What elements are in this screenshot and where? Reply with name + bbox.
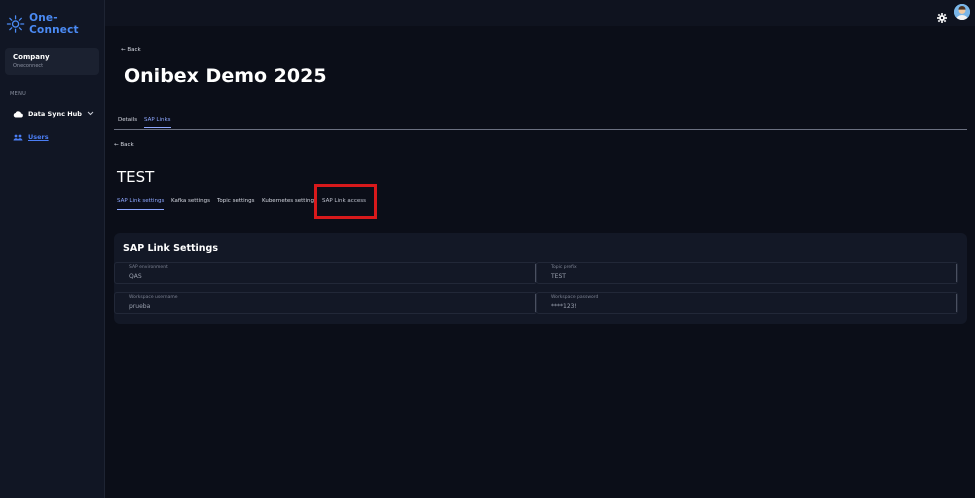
page-tabs: Details SAP Links: [114, 116, 967, 130]
sap-link-settings-card: SAP Link Settings SAP environment QAS To…: [114, 233, 967, 324]
sap-environment-field[interactable]: SAP environment QAS: [114, 262, 537, 284]
chevron-down-icon: [87, 110, 94, 118]
workspace-password-field[interactable]: Workspace password ****123!: [536, 292, 958, 314]
tab-topic-settings[interactable]: Topic settings: [217, 198, 255, 209]
sidebar-item-label: Users: [28, 133, 49, 141]
field-label: Workspace username: [129, 295, 178, 300]
topic-prefix-field[interactable]: Topic prefix TEST: [536, 262, 958, 284]
card-title: SAP Link Settings: [123, 243, 219, 254]
highlight-box: [314, 184, 377, 219]
avatar[interactable]: [954, 4, 970, 20]
logo-icon: [6, 15, 25, 33]
sap-link-title: TEST: [117, 168, 155, 186]
logo[interactable]: One-Connect: [6, 12, 104, 36]
field-label: SAP environment: [129, 265, 168, 270]
sidebar: One-Connect Company Oneconnect MENU Data…: [0, 0, 105, 498]
back-link[interactable]: ← Back: [121, 47, 141, 53]
tab-details[interactable]: Details: [118, 117, 137, 127]
app-name: One-Connect: [29, 12, 79, 36]
field-value: ****123!: [551, 303, 577, 310]
page-title: Onibex Demo 2025: [124, 65, 327, 87]
workspace-username-field[interactable]: Workspace username prueba: [114, 292, 537, 314]
menu-label: MENU: [10, 91, 27, 97]
field-divider: [956, 264, 957, 282]
field-value: TEST: [551, 273, 566, 280]
company-switcher[interactable]: Company Oneconnect: [5, 48, 99, 75]
sidebar-item-users[interactable]: Users: [13, 132, 49, 142]
field-label: Workspace password: [551, 295, 599, 300]
gear-icon[interactable]: [937, 8, 947, 23]
tab-kubernetes-settings[interactable]: Kubernetes settings: [262, 198, 317, 209]
sidebar-item-data-sync-hub[interactable]: Data Sync Hub: [13, 109, 94, 119]
topbar: [105, 0, 975, 26]
field-label: Topic prefix: [551, 265, 577, 270]
users-icon: [13, 132, 23, 142]
field-divider: [956, 294, 957, 312]
field-value: prueba: [129, 303, 151, 310]
back-link-sap[interactable]: ← Back: [114, 142, 134, 148]
tab-sap-link-settings[interactable]: SAP Link settings: [117, 198, 165, 210]
cloud-icon: [13, 109, 23, 119]
company-subtitle: Oneconnect: [13, 63, 44, 69]
sidebar-item-label: Data Sync Hub: [28, 110, 82, 118]
app-root: One-Connect Company Oneconnect MENU Data…: [0, 0, 975, 498]
field-value: QAS: [129, 273, 142, 280]
company-name: Company: [13, 53, 50, 61]
tab-sap-links[interactable]: SAP Links: [144, 117, 171, 128]
tab-kafka-settings[interactable]: Kafka settings: [171, 198, 210, 209]
